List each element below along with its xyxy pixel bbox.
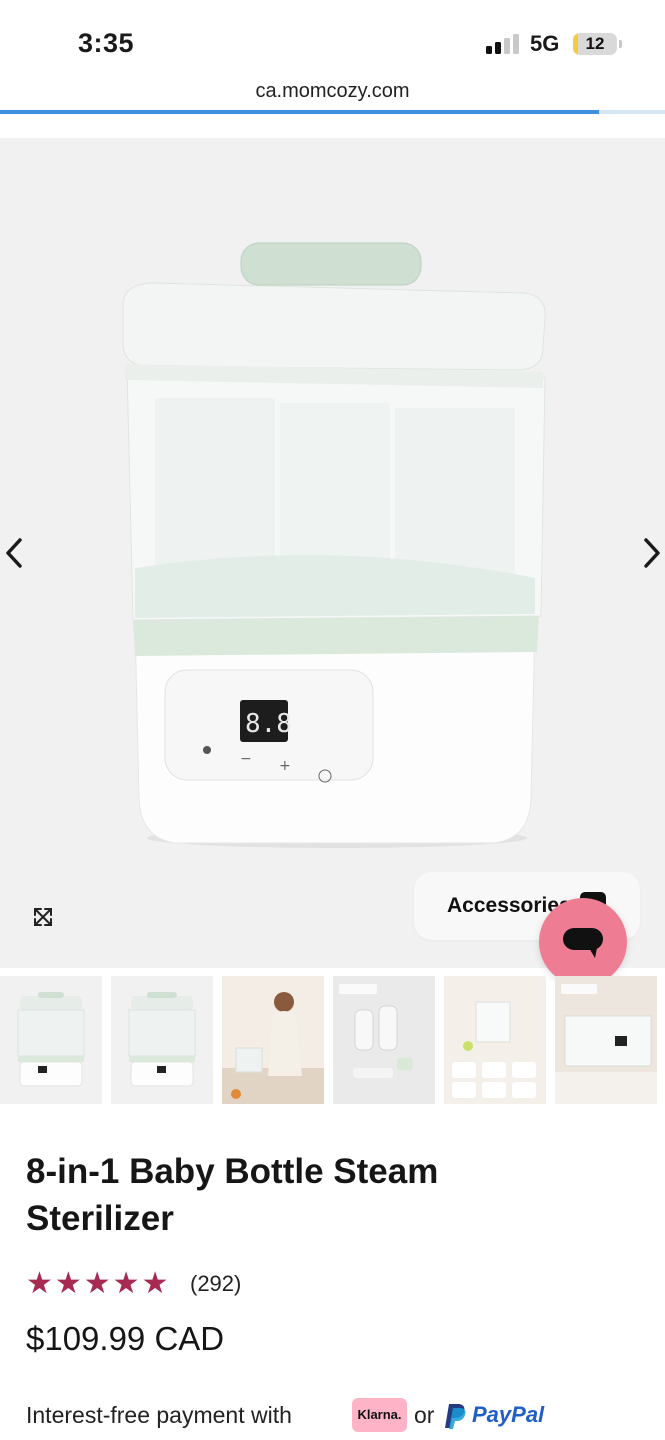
thumbnail-functions[interactable] <box>444 976 546 1104</box>
product-price: $109.99 CAD <box>26 1320 225 1357</box>
battery-tip <box>619 40 622 48</box>
sterilizer-thumbnail-icon <box>128 992 196 1087</box>
thumbnail-strip[interactable] <box>0 976 665 1104</box>
expand-icon <box>34 908 52 926</box>
svg-text:−: − <box>240 751 252 767</box>
status-bar: 3:35 5G 12 <box>0 0 665 75</box>
status-time: 3:35 <box>78 28 135 58</box>
product-title: 8-in-1 Baby Bottle Steam Sterilizer <box>26 1152 439 1238</box>
sterilizer-thumbnail-icon <box>17 992 85 1087</box>
rating-stars-icon: ★★★★★ <box>26 1267 171 1300</box>
url-text[interactable]: ca.momcozy.com <box>0 80 665 103</box>
lifestyle-photo-icon <box>222 976 324 1104</box>
chevron-left-icon <box>6 538 22 568</box>
thumbnail-control-panel[interactable] <box>555 976 657 1104</box>
address-bar[interactable]: ca.momcozy.com <box>0 75 665 115</box>
thumbnail-side-view[interactable] <box>111 976 213 1104</box>
review-count[interactable]: (292) <box>190 1271 241 1297</box>
thumbnail-large-capacity[interactable] <box>333 976 435 1104</box>
chat-button[interactable] <box>539 898 627 986</box>
previous-image-button[interactable] <box>0 528 30 578</box>
cellular-signal-icon <box>486 34 520 54</box>
chat-bubble-icon <box>563 928 603 958</box>
next-image-button[interactable] <box>636 528 665 578</box>
control-panel-closeup-icon <box>555 976 657 1104</box>
payment-text: Interest-free payment with <box>26 1402 292 1428</box>
bottles-inside-icon <box>333 976 435 1104</box>
functions-grid-icon <box>444 976 546 1104</box>
klarna-logo[interactable]: Klarna. <box>352 1398 407 1432</box>
paypal-logo[interactable]: PayPal <box>444 1400 554 1432</box>
thumbnail-lifestyle-woman[interactable] <box>222 976 324 1104</box>
payment-or-text: or <box>414 1402 435 1428</box>
page-load-progress <box>0 110 665 114</box>
battery-level: 12 <box>585 34 605 53</box>
baby-bottle-sterilizer-product-image: 8.8 − + <box>122 242 546 848</box>
network-type: 5G <box>530 31 560 56</box>
paypal-label: PayPal <box>472 1402 545 1427</box>
expand-image-button[interactable] <box>28 902 58 932</box>
page-load-progress-fill <box>0 110 599 114</box>
display-digits: 8.8 <box>245 709 292 739</box>
rating-row[interactable]: ★★★★★ (292) <box>26 1266 326 1300</box>
chevron-right-icon <box>644 538 660 568</box>
battery-icon: 12 <box>573 33 617 55</box>
payment-options: Interest-free payment with Klarna. or Pa… <box>26 1398 646 1434</box>
product-gallery[interactable]: 8.8 − + Accessories <box>0 138 665 986</box>
svg-text:+: + <box>279 758 291 774</box>
paypal-icon <box>445 1404 466 1429</box>
thumbnail-front-view[interactable] <box>0 976 102 1104</box>
